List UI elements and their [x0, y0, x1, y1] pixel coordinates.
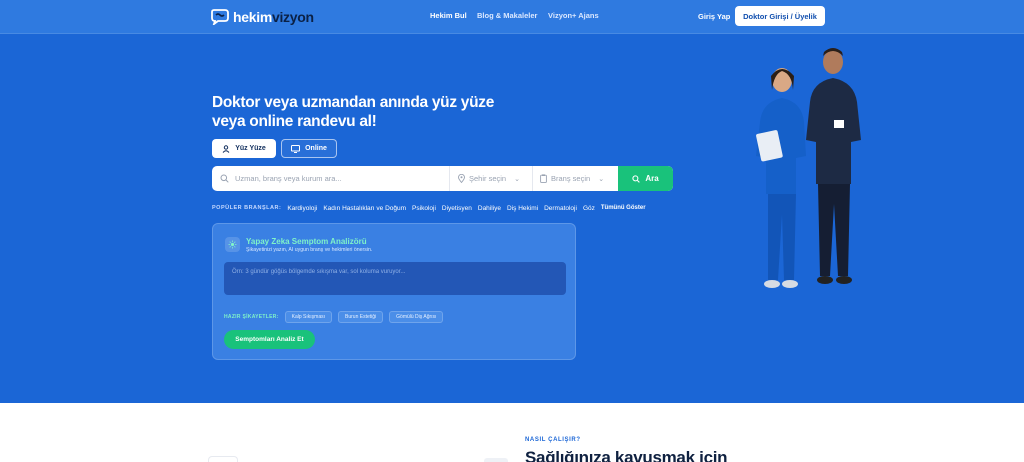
search-icon [220, 174, 229, 183]
city-select[interactable]: Şehir seçin ⌄ [458, 166, 536, 191]
decorative-card [208, 456, 238, 462]
search-input[interactable]: Uzman, branş veya kurum ara... [220, 166, 450, 191]
hero-headline: Doktor veya uzmandan anında yüz yüze veya… [212, 94, 495, 130]
ready-complaints: HAZIR ŞİKAYETLER: Kalp Sıkışması Burun E… [224, 311, 444, 323]
decorative-card [484, 458, 508, 462]
search-icon [632, 174, 641, 183]
chevron-down-icon: ⌄ [598, 175, 605, 183]
ai-title: Yapay Zeka Semptom Analizörü [246, 237, 367, 246]
popular-branch-link[interactable]: Diyetisyen [442, 205, 472, 212]
female-doctor-figure [756, 68, 806, 288]
nav-hekim-bul[interactable]: Hekim Bul [430, 11, 467, 20]
search-bar: Uzman, branş veya kurum ara... Şehir seç… [212, 166, 673, 191]
popular-branches: POPÜLER BRANŞLAR: Kardiyoloji Kadın Hast… [212, 203, 646, 213]
popular-branch-link[interactable]: Dermatoloji [544, 205, 577, 212]
show-all-link[interactable]: Tümünü Göster [601, 205, 646, 211]
user-icon [222, 144, 230, 153]
popular-branch-link[interactable]: Kardiyoloji [287, 205, 317, 212]
chevron-down-icon: ⌄ [514, 175, 520, 183]
how-it-works-label: NASIL ÇALIŞIR? [525, 437, 581, 443]
doctors-illustration [756, 48, 861, 288]
search-button[interactable]: Ara [618, 166, 673, 191]
branch-select[interactable]: Branş seçin ⌄ [540, 166, 624, 191]
complaint-chip[interactable]: Gömülü Diş Ağrısı [389, 311, 444, 323]
top-navbar: hekimvizyon Hekim Bul Blog & Makaleler V… [0, 0, 1024, 34]
popular-branch-link[interactable]: Diş Hekimi [507, 205, 538, 212]
mode-online-button[interactable]: Online [281, 139, 337, 158]
complaint-chip[interactable]: Kalp Sıkışması [284, 311, 333, 323]
doctor-login-button[interactable]: Doktor Girişi / Üyelik [735, 6, 825, 26]
complaint-chip[interactable]: Burun Estetiği [338, 311, 384, 323]
popular-branch-link[interactable]: Dahiliye [478, 205, 501, 212]
symptom-textarea[interactable]: Örn: 3 gündür göğüs bölgemde sıkışma var… [224, 262, 566, 295]
sparkle-icon [225, 237, 240, 252]
main-nav: Hekim Bul Blog & Makaleler Vizyon+ Ajans [0, 11, 1024, 25]
clipboard-icon [540, 174, 547, 183]
ready-complaints-label: HAZIR ŞİKAYETLER: [224, 314, 279, 320]
nav-blog[interactable]: Blog & Makaleler [477, 11, 537, 20]
login-link[interactable]: Giriş Yap [698, 12, 730, 21]
location-pin-icon [458, 174, 465, 183]
popular-label: POPÜLER BRANŞLAR: [212, 205, 282, 211]
search-divider [449, 166, 450, 191]
ai-subtitle: Şikayetinizi yazın, AI uygun branş ve he… [246, 247, 373, 253]
how-it-works-section: NASIL ÇALIŞIR? Sağlığınıza kavuşmak için [0, 403, 1024, 462]
popular-branch-link[interactable]: Psikoloji [412, 205, 436, 212]
popular-branch-link[interactable]: Göz [583, 205, 595, 212]
nav-vizyon-ajans[interactable]: Vizyon+ Ajans [548, 11, 599, 20]
mode-face-to-face-button[interactable]: Yüz Yüze [212, 139, 276, 158]
analyze-symptoms-button[interactable]: Semptomları Analiz Et [224, 330, 315, 349]
how-it-works-title: Sağlığınıza kavuşmak için [525, 448, 728, 462]
ai-symptom-analyzer-card: Yapay Zeka Semptom Analizörü Şikayetiniz… [212, 223, 576, 360]
search-divider [532, 166, 533, 191]
monitor-icon [291, 144, 301, 153]
popular-branch-link[interactable]: Kadın Hastalıkları ve Doğum [323, 205, 406, 212]
male-doctor-figure [806, 48, 861, 284]
